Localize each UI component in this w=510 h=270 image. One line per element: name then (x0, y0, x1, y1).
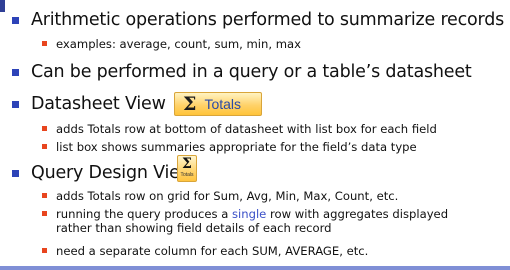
bullet-text: Query Design View (31, 163, 194, 183)
bullet-text: Can be performed in a query or a table’s… (31, 62, 472, 82)
corner-accent-bar (0, 0, 5, 12)
subbullet-examples: examples: average, count, sum, min, max (42, 37, 301, 51)
sigma-icon: Σ (182, 156, 192, 172)
subbullet-text: list box shows summaries appropriate for… (56, 140, 417, 154)
subbullet-text: adds Totals row at bottom of datasheet w… (56, 122, 437, 136)
bullet-text: Arithmetic operations performed to summa… (31, 10, 505, 30)
subbullet-text: need a separate column for each SUM, AVE… (56, 244, 369, 258)
totals-button-label: Totals (204, 96, 242, 112)
subbullet-text: adds Totals row on grid for Sum, Avg, Mi… (56, 189, 399, 203)
subbullet-text: running the query produces a single row … (56, 207, 482, 235)
bullet-text: Datasheet View (31, 94, 166, 114)
highlighted-word: single (231, 207, 267, 221)
sigma-icon: Σ (183, 93, 197, 115)
totals-icon-label: Totals (180, 172, 194, 178)
totals-icon[interactable]: Σ Totals (177, 155, 197, 182)
subbullet-text: examples: average, count, sum, min, max (56, 37, 301, 51)
bullet-datasheet-view: Datasheet View (12, 94, 166, 114)
subbullet-separate-column: need a separate column for each SUM, AVE… (42, 244, 368, 258)
bullet-arithmetic-operations: Arithmetic operations performed to summa… (12, 10, 504, 30)
totals-ribbon-button[interactable]: Σ Totals (174, 92, 262, 116)
subbullet-running-query: running the query produces a single row … (42, 207, 482, 235)
subbullet-adds-totals-row-grid: adds Totals row on grid for Sum, Avg, Mi… (42, 189, 398, 203)
text-segment: running the query produces a (56, 207, 232, 221)
subbullet-adds-totals-row: adds Totals row at bottom of datasheet w… (42, 122, 437, 136)
subbullet-list-box: list box shows summaries appropriate for… (42, 140, 417, 154)
bullet-query-or-datasheet: Can be performed in a query or a table’s… (12, 62, 472, 82)
footer-accent-line (0, 266, 510, 270)
bullet-query-design-view: Query Design View (12, 163, 194, 183)
